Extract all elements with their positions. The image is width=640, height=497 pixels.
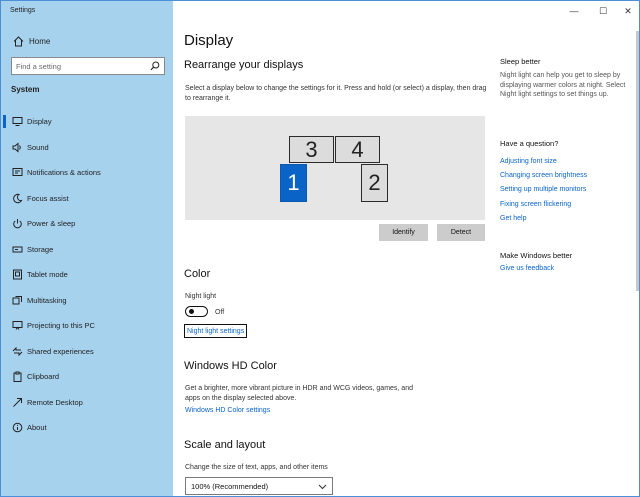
rearrange-description: Select a display below to change the set… bbox=[185, 85, 487, 102]
question-heading: Have a question? bbox=[500, 139, 559, 148]
sidebar-item-shared-experiences[interactable]: Shared experiences bbox=[1, 339, 173, 365]
sidebar-item-label: Projecting to this PC bbox=[27, 321, 95, 331]
sidebar-item-label: Power & sleep bbox=[27, 219, 76, 229]
sidebar-item-label: Focus assist bbox=[27, 193, 69, 203]
help-link-font-size[interactable]: Adjusting font size bbox=[500, 158, 557, 165]
sidebar-item-clipboard[interactable]: Clipboard bbox=[1, 364, 173, 390]
sidebar-item-label: Tablet mode bbox=[27, 270, 68, 280]
hd-color-description: Get a brighter, more vibrant picture in … bbox=[185, 385, 413, 402]
page-title: Display bbox=[184, 32, 234, 49]
sidebar-item-label: Notifications & actions bbox=[27, 168, 101, 178]
moon-icon bbox=[11, 192, 23, 204]
help-link-multiple-monitors[interactable]: Setting up multiple monitors bbox=[500, 186, 586, 193]
sidebar-item-label: Display bbox=[27, 117, 52, 127]
speaker-icon bbox=[11, 141, 23, 153]
detect-button[interactable]: Detect bbox=[437, 224, 485, 241]
sleep-better-heading: Sleep better bbox=[500, 57, 541, 66]
sidebar-item-focus-assist[interactable]: Focus assist bbox=[1, 186, 173, 212]
info-icon bbox=[11, 422, 23, 434]
search-input[interactable] bbox=[16, 61, 146, 71]
scale-heading: Scale and layout bbox=[184, 439, 266, 451]
notification-icon bbox=[11, 167, 23, 179]
sidebar-item-label: Storage bbox=[27, 244, 54, 254]
tablet-icon bbox=[11, 269, 23, 281]
sidebar-item-storage[interactable]: Storage bbox=[1, 237, 173, 263]
sidebar-item-notifications[interactable]: Notifications & actions bbox=[1, 160, 173, 186]
nav-list: Display Sound Notifications & actions Fo… bbox=[1, 109, 173, 441]
rearrange-heading: Rearrange your displays bbox=[184, 59, 304, 71]
sidebar-item-sound[interactable]: Sound bbox=[1, 135, 173, 161]
sidebar-item-tablet-mode[interactable]: Tablet mode bbox=[1, 262, 173, 288]
toggle-knob bbox=[189, 309, 194, 314]
help-link-flickering[interactable]: Fixing screen flickering bbox=[500, 201, 571, 208]
display-arrangement-area: 3 4 1 2 bbox=[185, 116, 485, 220]
home-label: Home bbox=[29, 36, 51, 46]
multitasking-icon bbox=[11, 294, 23, 306]
app-title: Settings bbox=[10, 7, 36, 14]
color-heading: Color bbox=[184, 268, 211, 280]
sidebar-item-label: Clipboard bbox=[27, 372, 60, 382]
main-content: Display Rearrange your displays Select a… bbox=[173, 1, 639, 496]
home-button[interactable]: Home bbox=[1, 31, 173, 51]
search-icon[interactable] bbox=[150, 61, 160, 73]
sidebar-item-projecting[interactable]: Projecting to this PC bbox=[1, 313, 173, 339]
shared-icon bbox=[11, 345, 23, 357]
night-light-label: Night light bbox=[185, 293, 217, 300]
night-light-settings-link[interactable]: Night light settings bbox=[184, 324, 248, 338]
home-icon bbox=[11, 35, 25, 47]
hd-color-settings-link[interactable]: Windows HD Color settings bbox=[185, 407, 270, 414]
feedback-link[interactable]: Give us feedback bbox=[500, 265, 554, 272]
sidebar-item-label: Sound bbox=[27, 142, 49, 152]
chevron-down-icon bbox=[318, 482, 327, 493]
night-light-state: Off bbox=[215, 309, 225, 316]
hd-color-heading: Windows HD Color bbox=[184, 360, 277, 372]
sidebar-item-label: About bbox=[27, 423, 47, 433]
remote-desktop-icon bbox=[11, 396, 23, 408]
projector-icon bbox=[11, 320, 23, 332]
monitor-4[interactable]: 4 bbox=[335, 136, 380, 163]
sidebar: Settings Home System Display bbox=[1, 1, 173, 496]
monitor-2[interactable]: 2 bbox=[361, 164, 388, 202]
sidebar-item-label: Remote Desktop bbox=[27, 397, 83, 407]
monitor-3[interactable]: 3 bbox=[289, 136, 334, 163]
sidebar-item-display[interactable]: Display bbox=[1, 109, 173, 135]
settings-window: Settings Home System Display bbox=[0, 0, 640, 497]
monitor-icon bbox=[11, 116, 23, 128]
clipboard-icon bbox=[11, 371, 23, 383]
make-windows-better-heading: Make Windows better bbox=[500, 251, 573, 260]
help-link-get-help[interactable]: Get help bbox=[500, 215, 526, 222]
sidebar-item-label: Shared experiences bbox=[27, 346, 94, 356]
storage-icon bbox=[11, 243, 23, 255]
scrollbar[interactable] bbox=[636, 31, 639, 291]
sidebar-item-remote-desktop[interactable]: Remote Desktop bbox=[1, 390, 173, 416]
night-light-toggle[interactable] bbox=[185, 306, 208, 317]
sidebar-item-label: Multitasking bbox=[27, 295, 67, 305]
scale-dropdown-value: 100% (Recommended) bbox=[191, 481, 269, 491]
sidebar-item-multitasking[interactable]: Multitasking bbox=[1, 288, 173, 314]
sleep-better-text: Night light can help you get to sleep by… bbox=[500, 72, 626, 98]
power-icon bbox=[11, 218, 23, 230]
monitor-1[interactable]: 1 bbox=[280, 164, 307, 202]
search-box bbox=[11, 57, 165, 75]
identify-button[interactable]: Identify bbox=[379, 224, 428, 241]
section-label-system: System bbox=[11, 85, 40, 94]
sidebar-item-power-sleep[interactable]: Power & sleep bbox=[1, 211, 173, 237]
sidebar-item-about[interactable]: About bbox=[1, 415, 173, 441]
scale-label: Change the size of text, apps, and other… bbox=[185, 464, 328, 471]
help-link-brightness[interactable]: Changing screen brightness bbox=[500, 172, 587, 179]
scale-dropdown[interactable]: 100% (Recommended) bbox=[185, 477, 333, 495]
